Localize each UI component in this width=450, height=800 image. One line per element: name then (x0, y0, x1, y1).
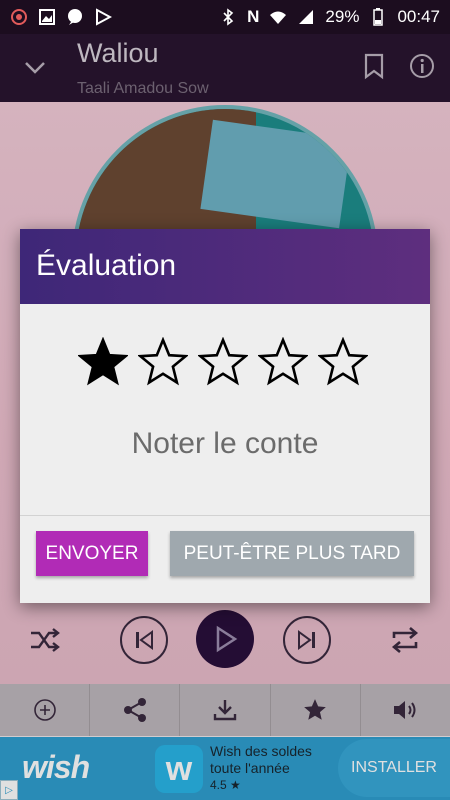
rating-dialog: Évaluation Noter le conte ENVOYER PEUT-Ê… (20, 229, 430, 603)
system-icons: N 29% 00:47 (219, 7, 440, 27)
play-store-icon (94, 8, 112, 26)
star-outline-icon[interactable] (137, 336, 189, 387)
app-notification-icon (10, 8, 28, 26)
send-button[interactable]: ENVOYER (36, 531, 148, 576)
image-icon (38, 8, 56, 26)
battery-icon (369, 8, 387, 26)
notification-icons (10, 8, 112, 26)
battery-percent: 29% (325, 7, 360, 26)
dialog-title: Évaluation (20, 229, 430, 304)
wifi-icon (269, 8, 287, 26)
star-outline-icon[interactable] (257, 336, 309, 387)
clock: 00:47 (397, 7, 440, 26)
later-button[interactable]: PEUT-ÊTRE PLUS TARD (170, 531, 414, 576)
status-bar: N 29% 00:47 (0, 0, 450, 34)
message-icon (66, 8, 84, 26)
star-rating (77, 336, 369, 387)
dialog-divider (20, 515, 430, 516)
star-filled-icon[interactable] (77, 336, 129, 387)
star-outline-icon[interactable] (197, 336, 249, 387)
signal-icon (297, 8, 315, 26)
star-outline-icon[interactable] (317, 336, 369, 387)
network-type-label: N (247, 7, 260, 26)
dialog-message: Noter le conte (131, 427, 319, 460)
bluetooth-icon (219, 8, 237, 26)
